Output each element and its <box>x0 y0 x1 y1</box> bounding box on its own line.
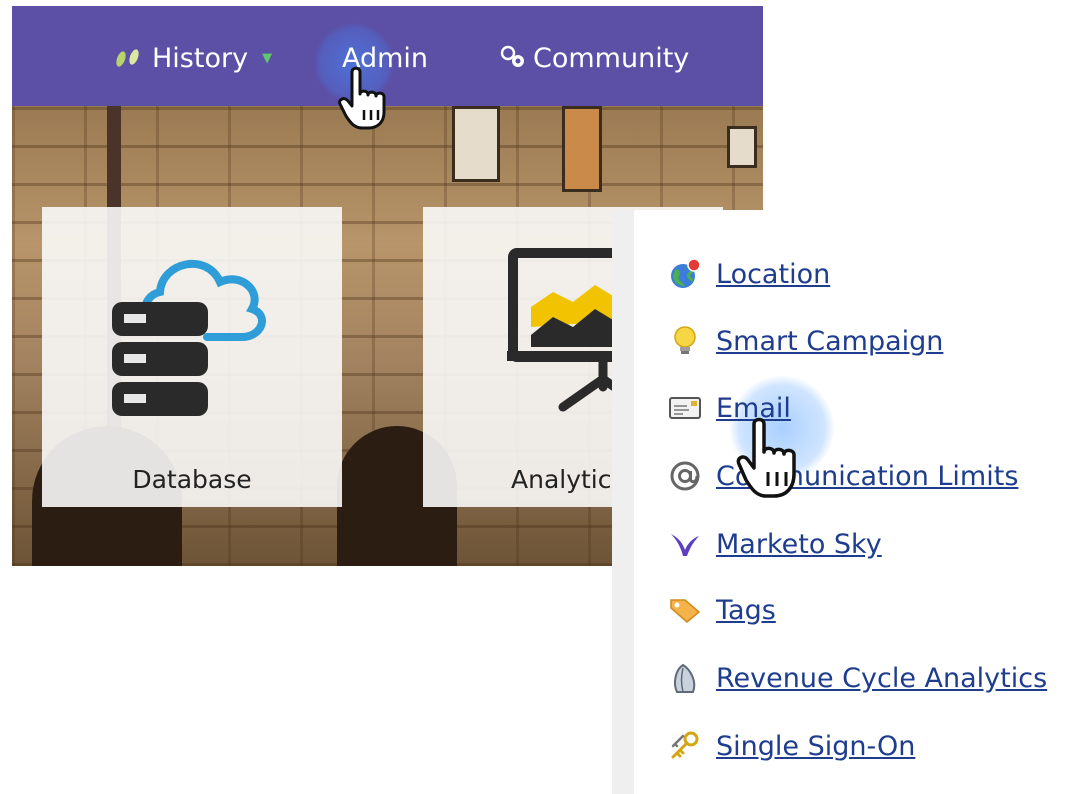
database-tile[interactable]: Database <box>42 207 342 507</box>
background-window <box>727 126 757 168</box>
menu-link-email[interactable]: Email <box>716 393 791 424</box>
nav-history[interactable]: History ▼ <box>112 38 272 78</box>
menu-link-location[interactable]: Location <box>716 259 830 290</box>
community-icon <box>499 45 527 71</box>
menu-link-smart-campaign[interactable]: Smart Campaign <box>716 326 943 357</box>
background-window <box>452 106 500 182</box>
tag-icon <box>668 593 702 627</box>
nav-history-label: History <box>152 42 249 74</box>
bird-icon <box>668 527 702 561</box>
menu-item-revenue-cycle-analytics[interactable]: Revenue Cycle Analytics <box>668 656 1047 700</box>
database-cloud-icon <box>112 260 266 416</box>
lightbulb-icon <box>668 324 702 358</box>
globe-icon <box>668 257 702 291</box>
menu-item-location[interactable]: Location <box>668 252 830 296</box>
admin-dropdown-menu: Location Smart Campaign Email Communicat… <box>612 210 1092 794</box>
menu-link-single-sign-on[interactable]: Single Sign-On <box>716 731 915 762</box>
menu-item-marketo-sky[interactable]: Marketo Sky <box>668 522 882 566</box>
background-window <box>562 106 602 192</box>
nav-admin[interactable]: Admin <box>342 38 428 78</box>
menu-link-tags[interactable]: Tags <box>716 595 776 626</box>
menu-item-smart-campaign[interactable]: Smart Campaign <box>668 319 943 363</box>
database-tile-label: Database <box>132 465 252 494</box>
menu-item-tags[interactable]: Tags <box>668 588 776 632</box>
email-icon <box>668 391 702 425</box>
nav-admin-label: Admin <box>342 42 429 74</box>
rca-icon <box>668 661 702 695</box>
menu-link-revenue-cycle-analytics[interactable]: Revenue Cycle Analytics <box>716 663 1047 694</box>
chevron-down-icon[interactable]: ▼ <box>262 51 272 66</box>
menu-item-email[interactable]: Email <box>668 386 791 430</box>
menu-item-single-sign-on[interactable]: Single Sign-On <box>668 724 915 768</box>
nav-community-label: Community <box>533 42 690 74</box>
menu-link-marketo-sky[interactable]: Marketo Sky <box>716 529 882 560</box>
menu-link-communication-limits[interactable]: Communication Limits <box>716 461 1018 492</box>
menu-item-communication-limits[interactable]: Communication Limits <box>668 454 1018 498</box>
at-sign-icon <box>668 459 702 493</box>
nav-community[interactable]: Community <box>499 38 689 78</box>
keys-icon <box>668 729 702 763</box>
top-nav-bar: History ▼ Admin Community <box>12 6 763 106</box>
footsteps-icon <box>112 47 146 69</box>
